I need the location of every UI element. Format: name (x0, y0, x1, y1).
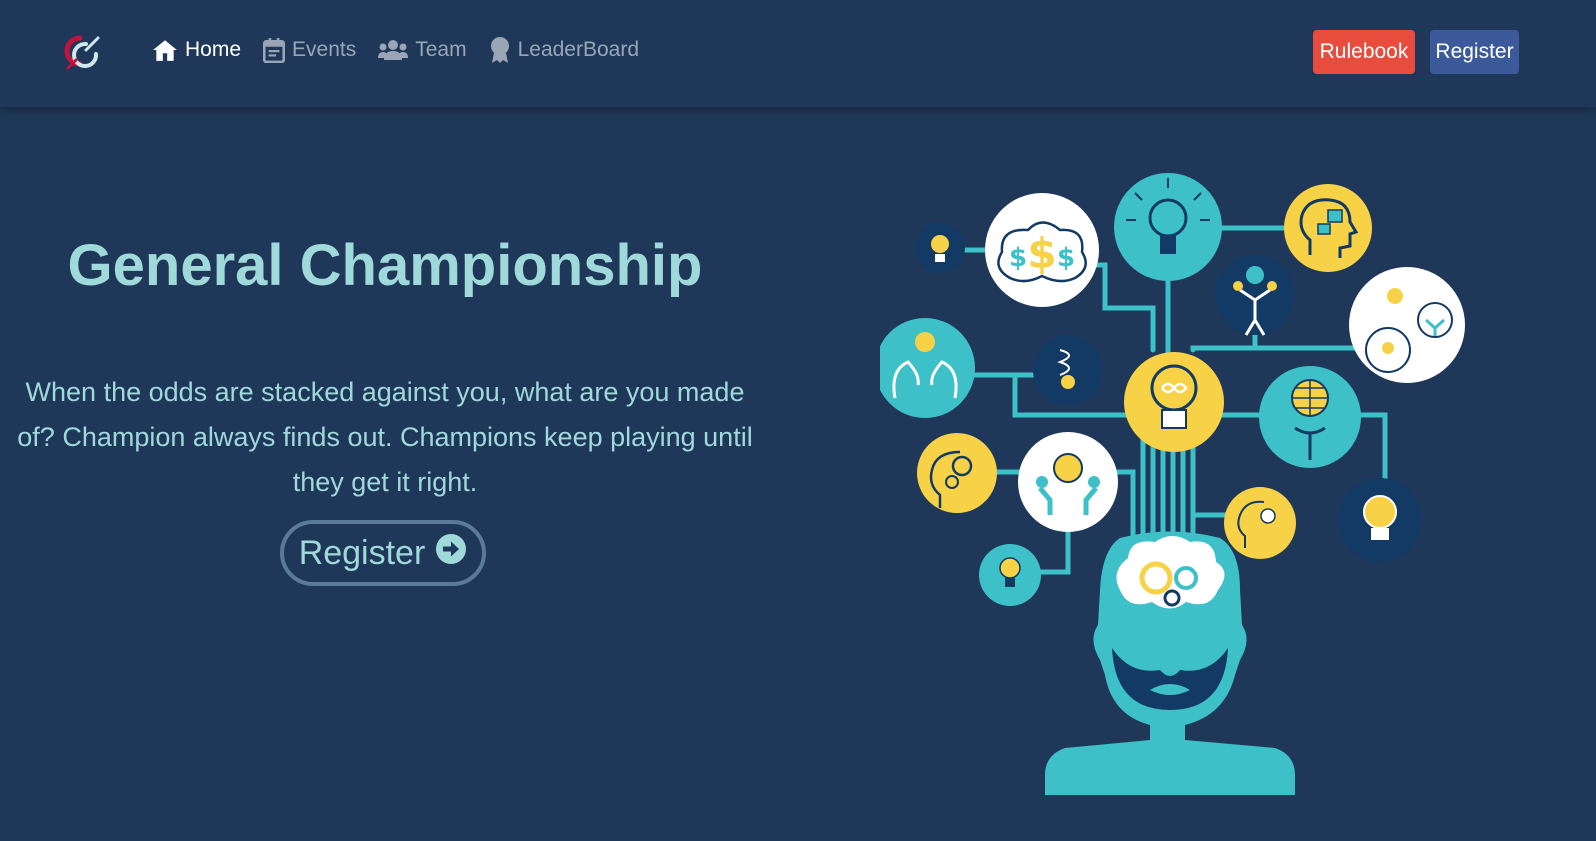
navbar: Home Events Team LeaderBoard Rulebook Re… (0, 0, 1596, 107)
svg-text:$: $ (1057, 243, 1075, 273)
award-icon (489, 36, 511, 64)
hero-register-button[interactable]: Register (280, 520, 486, 586)
idea-tree-svg: $ $ $ (875, 173, 1465, 795)
nav-label-leaderboard: LeaderBoard (517, 38, 640, 61)
nav-item-home[interactable]: Home (152, 37, 241, 63)
nav-item-team[interactable]: Team (378, 38, 467, 62)
svg-text:$: $ (1027, 229, 1056, 278)
hero-register-label: Register (298, 533, 426, 572)
users-icon (378, 38, 409, 62)
nav-item-events[interactable]: Events (263, 37, 356, 63)
register-button[interactable]: Register (1430, 30, 1519, 74)
nav-item-leaderboard[interactable]: LeaderBoard (489, 36, 639, 64)
nav-label-team: Team (415, 38, 467, 61)
nav-label-events: Events (292, 38, 357, 61)
calendar-icon (263, 37, 286, 63)
head-silhouette (1045, 531, 1295, 795)
svg-text:$: $ (1009, 243, 1027, 273)
hero-description: When the odds are stacked against you, w… (17, 377, 753, 497)
idea-tree-illustration: $ $ $ (875, 170, 1500, 820)
brand-logo[interactable] (58, 30, 104, 76)
home-icon (152, 37, 178, 63)
main-nav: Home Events Team LeaderBoard (152, 36, 639, 64)
rulebook-button[interactable]: Rulebook (1313, 30, 1415, 74)
hero-title: General Championship (67, 233, 703, 298)
arrow-circle-right-icon (435, 533, 467, 574)
nav-label-home: Home (185, 38, 242, 61)
